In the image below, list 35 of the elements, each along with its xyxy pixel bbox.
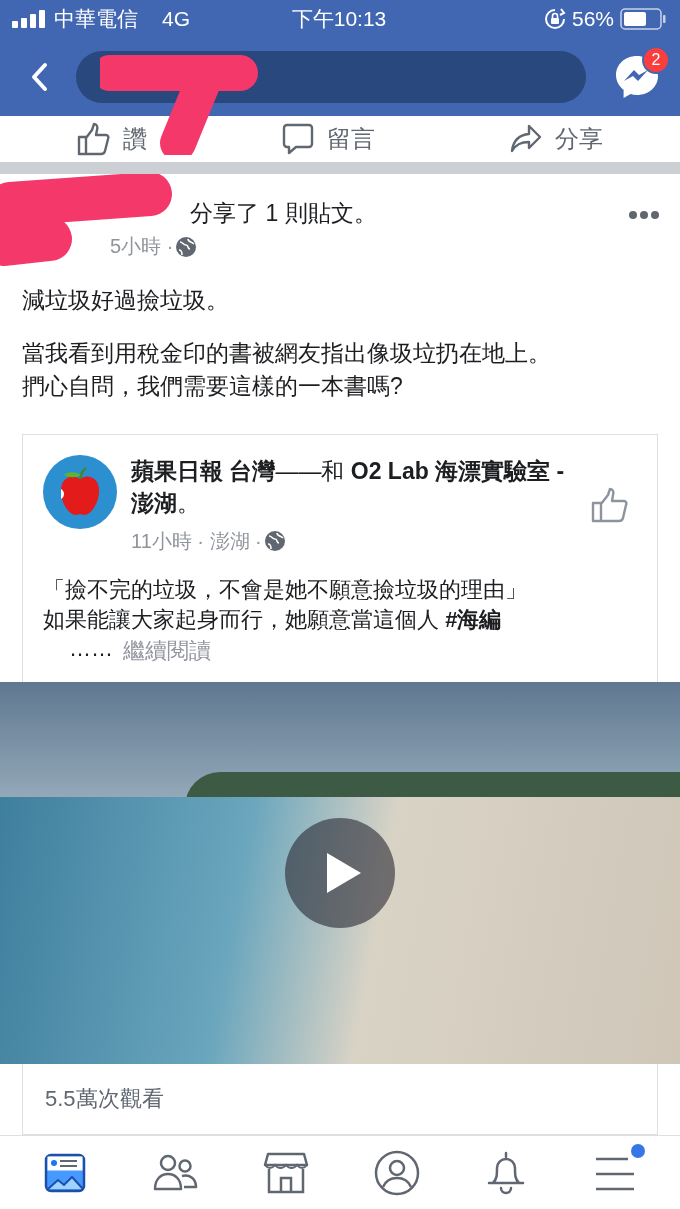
- shared-post-text-line: 「撿不完的垃圾，不會是她不願意撿垃圾的理由」: [43, 575, 528, 604]
- post-text-line: 當我看到用稅金印的書被網友指出像圾垃扔在地上。: [22, 338, 552, 368]
- profile-icon: [373, 1149, 420, 1196]
- status-time: 下午10:13: [291, 6, 387, 32]
- carrier-name: 中華電信: [54, 6, 138, 32]
- back-button[interactable]: [30, 62, 48, 92]
- view-count: 5.5萬次觀看: [45, 1086, 164, 1112]
- battery-icon: [620, 8, 666, 30]
- signal-icon: [12, 10, 48, 28]
- post-time: 5小時 ·: [110, 234, 174, 260]
- comment-button[interactable]: 留言: [275, 121, 381, 156]
- notification-badge: 2: [642, 46, 670, 74]
- ellipsis-text: ……: [69, 636, 113, 664]
- shared-post-meta: 11小時 · 澎湖 ·: [131, 528, 262, 554]
- speech-bubble-icon: [281, 121, 315, 156]
- ellipsis-icon: [628, 210, 660, 221]
- globe-icon: [263, 530, 286, 553]
- shared-post-title: 蘋果日報 台灣——和 O2 Lab 海漂實驗室 - 澎湖。: [131, 457, 566, 519]
- post-headline: 分享了 1 則貼文。: [190, 199, 377, 229]
- shared-post-text-line: 如果能讓大家起身而行，她願意當這個人 #海編: [43, 606, 503, 635]
- network-type: 4G: [162, 7, 190, 31]
- back-icon: [30, 62, 48, 92]
- post-text-line: 減垃圾好過撿垃圾。: [22, 286, 230, 316]
- like-icon[interactable]: [591, 487, 629, 524]
- battery-percent: 56%: [571, 7, 614, 31]
- globe-icon: [175, 235, 198, 258]
- shared-post-card[interactable]: 蘋果日報 台灣——和 O2 Lab 海漂實驗室 - 澎湖。 11小時 · 澎湖 · 「撿不完的垃圾，不會是她不願意撿垃圾的理由」 如果能讓大家起身而行，她願意當這個人 #海編 …… 繼續閱讀: [22, 434, 658, 683]
- post-text-line: 捫心自問，我們需要這樣的一本書嗎?: [22, 371, 404, 401]
- apple-logo-icon: [43, 455, 117, 530]
- thumbs-up-icon: [77, 121, 111, 156]
- see-more-link[interactable]: 繼續閱讀: [123, 636, 211, 667]
- rotation-lock-icon: [543, 8, 566, 30]
- share-button[interactable]: 分享: [503, 121, 609, 156]
- storefront-icon: [262, 1150, 309, 1195]
- like-button[interactable]: 讚: [71, 121, 153, 156]
